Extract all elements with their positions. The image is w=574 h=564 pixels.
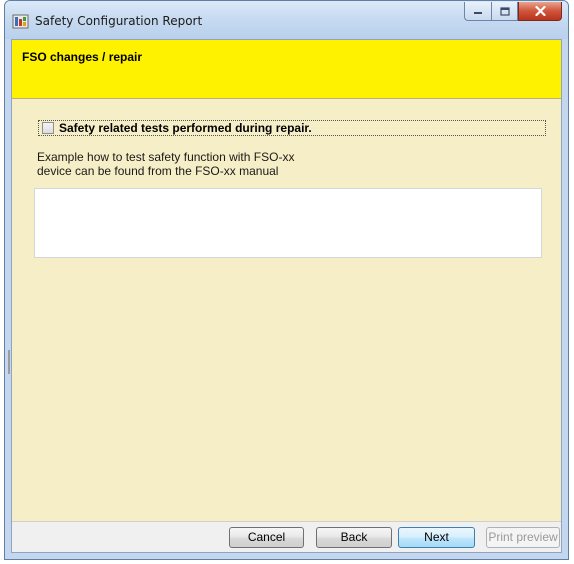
minimize-button[interactable] [464,2,491,21]
maximize-button[interactable] [491,2,518,21]
example-info-line-1: Example how to test safety function with… [37,150,295,164]
app-window: Safety Configuration Report FSO changes … [4,0,569,560]
cancel-button[interactable]: Cancel [229,527,304,548]
safety-tests-checkbox-label[interactable]: Safety related tests performed during re… [59,121,312,135]
next-button[interactable]: Next [398,527,475,548]
maximize-icon [499,6,510,16]
minimize-icon [474,12,482,14]
safety-tests-checkbox[interactable] [42,122,54,134]
back-button[interactable]: Back [316,527,392,548]
report-app-icon [12,13,29,30]
example-info-text: Example how to test safety function with… [37,150,294,178]
example-info-line-2: device can be found from the FSO-xx manu… [37,164,279,178]
print-preview-button[interactable]: Print preview [486,527,560,548]
button-bar: Cancel Back Next Print preview [12,521,561,552]
header-band: FSO changes / repair [12,40,561,99]
title-bar[interactable]: Safety Configuration Report [5,1,568,39]
close-button[interactable] [518,2,562,21]
left-edge-marker [8,350,10,374]
page-title: FSO changes / repair [22,50,143,64]
notes-textarea[interactable] [34,188,542,258]
caption-buttons [464,2,562,22]
window-title: Safety Configuration Report [35,14,203,28]
close-icon [534,6,546,16]
safety-tests-checkbox-row[interactable]: Safety related tests performed during re… [38,120,546,136]
dialog-client-area: FSO changes / repair Safety related test… [11,39,562,553]
